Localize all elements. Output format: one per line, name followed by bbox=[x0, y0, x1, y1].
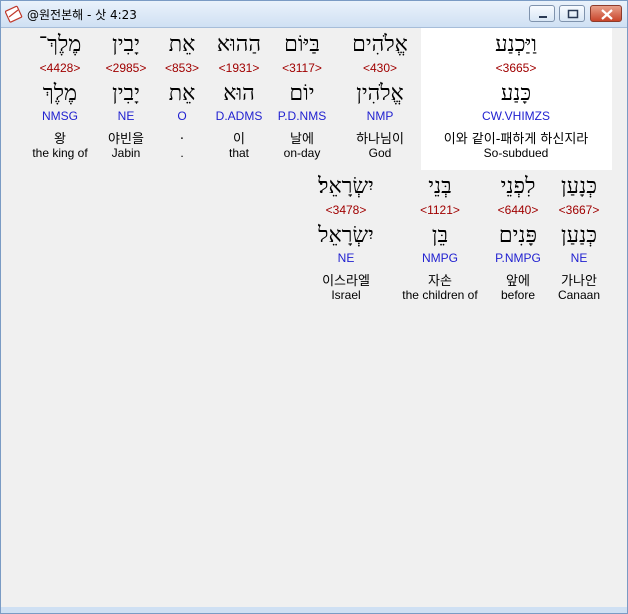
parsing-code: NMPG bbox=[422, 251, 458, 265]
english-gloss: the children of bbox=[402, 288, 478, 302]
lexical-form: כָּנַע bbox=[500, 81, 532, 106]
strong-number: <430> bbox=[362, 61, 398, 75]
word-column[interactable]: וַיַּכְנַע <3665> כָּנַע CW.VHIMZS 이와 같이-패하게… bbox=[421, 28, 611, 168]
word-column[interactable]: יִשְׂרָאֵל׃ <3478> יִשְׂרָאֵל NE 이스라엘 Israel bbox=[302, 170, 390, 310]
strong-number: <4428> bbox=[39, 61, 81, 75]
strong-number: <3667> bbox=[558, 203, 600, 217]
hebrew-word: וַיַּכְנַע bbox=[495, 32, 537, 57]
lexical-form: יוֹם bbox=[289, 81, 315, 106]
strong-number: <3478> bbox=[325, 203, 367, 217]
parsing-code: NMSG bbox=[42, 109, 78, 123]
bible-app-icon[interactable] bbox=[4, 5, 23, 23]
word-column[interactable]: בַּיּוֹם <3117> יוֹם P.D.NMS 날에 on-day bbox=[266, 28, 338, 168]
korean-gloss: 앞에 bbox=[506, 274, 530, 289]
parsing-code: P.NMPG bbox=[495, 251, 541, 265]
minimize-button[interactable] bbox=[529, 5, 555, 22]
lexical-form: כְּנַעַן bbox=[561, 223, 597, 248]
hebrew-word: בַּיּוֹם bbox=[284, 32, 320, 57]
hebrew-word: מֶלֶךְ־ bbox=[38, 32, 82, 57]
english-gloss: Jabin bbox=[111, 146, 141, 160]
strong-number: <6440> bbox=[497, 203, 539, 217]
parsing-code: NMP bbox=[366, 109, 394, 123]
lexical-form: מֶלֶךְ bbox=[42, 81, 78, 106]
word-column[interactable]: מֶלֶךְ־ <4428> מֶלֶךְ NMSG 왕 the king of bbox=[24, 28, 96, 168]
lexical-form: אֱלֹהִין bbox=[356, 81, 404, 106]
word-column[interactable]: הַהוּא <1931> הוּא D.ADMS 이 that bbox=[211, 28, 267, 168]
strong-number: <853> bbox=[164, 61, 200, 75]
interlinear-view: וַיַּכְנַע <3665> כָּנַע CW.VHIMZS 이와 같이-패하게… bbox=[5, 28, 623, 609]
english-gloss: Canaan bbox=[557, 288, 601, 302]
lexical-form: פָּנִים bbox=[498, 223, 538, 248]
word-column[interactable]: כְּנָעַן <3667> כְּנַעַן NE 가나안 Canaan bbox=[549, 170, 609, 310]
word-column[interactable]: יָבִין <2985> יָבִין NE 야빈을 Jabin bbox=[96, 28, 156, 168]
english-gloss: before bbox=[500, 288, 536, 302]
korean-gloss: 왕 bbox=[54, 132, 66, 147]
hebrew-word: בְּנֵי bbox=[428, 174, 452, 199]
english-gloss: the king of bbox=[32, 146, 88, 160]
window-title: @원전본해 - 삿 4:23 bbox=[27, 8, 137, 22]
parsing-code: NE bbox=[570, 251, 588, 265]
hebrew-word: יָבִין bbox=[112, 32, 140, 57]
word-column[interactable]: אֱלֹהִים <430> אֱלֹהִין NMP 하나님이 God bbox=[338, 28, 422, 168]
english-gloss: that bbox=[228, 146, 249, 160]
strong-number: <1121> bbox=[420, 203, 460, 217]
parsing-code: NE bbox=[117, 109, 135, 123]
lexical-form: יִשְׂרָאֵל bbox=[318, 223, 374, 248]
word-column[interactable]: בְּנֵי <1121> בֵּן NMPG 자손 the children of bbox=[394, 170, 486, 310]
lexical-form: יָבִין bbox=[112, 81, 140, 106]
parsing-code: P.D.NMS bbox=[277, 109, 327, 123]
english-gloss: . bbox=[180, 146, 184, 160]
korean-gloss: 이스라엘 bbox=[322, 274, 370, 289]
maximize-button[interactable] bbox=[559, 5, 585, 22]
strong-number: <3665> bbox=[495, 61, 537, 75]
hebrew-word: יִשְׂרָאֵל׃ bbox=[318, 174, 374, 199]
parsing-code: D.ADMS bbox=[215, 109, 263, 123]
maximize-icon bbox=[567, 9, 579, 19]
korean-gloss: 이와 같이-패하게 하신지라 bbox=[443, 132, 589, 147]
hebrew-word: אֱלֹהִים bbox=[352, 32, 408, 57]
english-gloss: Israel bbox=[331, 288, 361, 302]
strong-number: <3117> bbox=[282, 61, 322, 75]
hebrew-word: הַהוּא bbox=[216, 32, 262, 57]
minimize-icon bbox=[539, 16, 547, 18]
english-gloss: on-day bbox=[283, 146, 321, 160]
strong-number: <2985> bbox=[105, 61, 147, 75]
close-button[interactable] bbox=[590, 5, 622, 22]
parsing-code: CW.VHIMZS bbox=[482, 109, 550, 123]
korean-gloss: 하나님이 bbox=[356, 132, 404, 147]
close-icon bbox=[601, 9, 613, 20]
korean-gloss: . bbox=[179, 128, 185, 143]
korean-gloss: 자손 bbox=[428, 274, 452, 289]
lexical-form: הוּא bbox=[223, 81, 255, 106]
word-column[interactable]: אֵת <853> אֵת O.. bbox=[162, 28, 202, 168]
lexical-form: אֵת bbox=[168, 81, 196, 106]
korean-gloss: 가나안 bbox=[561, 274, 597, 289]
hebrew-word: אֵת bbox=[168, 32, 196, 57]
title-bar[interactable]: @원전본해 - 삿 4:23 bbox=[1, 1, 627, 28]
english-gloss: So-subdued bbox=[483, 146, 549, 160]
parsing-code: NE bbox=[337, 251, 355, 265]
word-column[interactable]: לִפְנֵי <6440> פָּנִים P.NMPG 앞에 before bbox=[482, 170, 554, 310]
korean-gloss: 날에 bbox=[290, 132, 314, 147]
hebrew-word: לִפְנֵי bbox=[500, 174, 536, 199]
strong-number: <1931> bbox=[218, 61, 260, 75]
app-window: @원전본해 - 삿 4:23 וַיַּכְנַע <3665> כָּנַע CW.… bbox=[0, 0, 628, 614]
hebrew-word: כְּנָעַן bbox=[561, 174, 597, 199]
korean-gloss: 이 bbox=[233, 132, 245, 147]
window-bottom-border bbox=[1, 607, 627, 613]
parsing-code: O bbox=[177, 109, 187, 123]
lexical-form: בֵּן bbox=[431, 223, 449, 248]
korean-gloss: 야빈을 bbox=[108, 132, 144, 147]
english-gloss: God bbox=[368, 146, 392, 160]
